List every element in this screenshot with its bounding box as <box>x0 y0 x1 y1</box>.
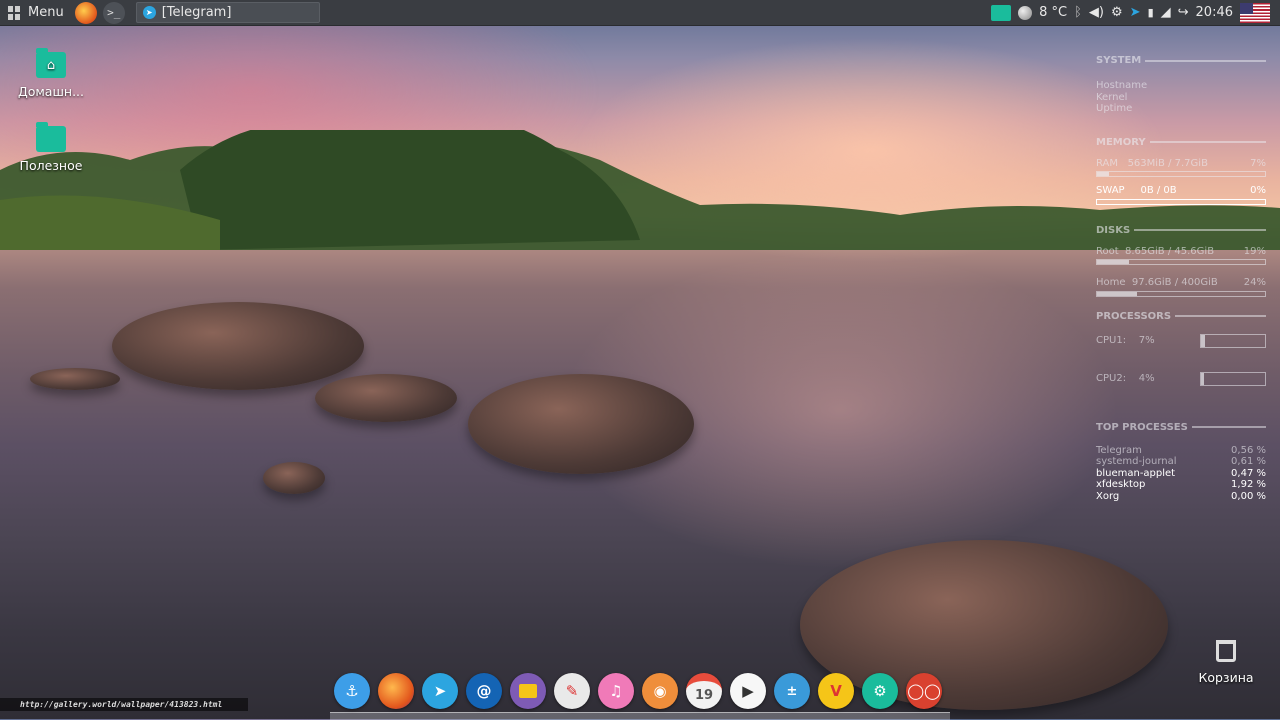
process-row: blueman-applet 0,47 % <box>1096 467 1266 479</box>
menu-label: Menu <box>28 5 64 20</box>
telegram-icon: ➤ <box>142 6 156 19</box>
desktop-icon-useful[interactable]: Полезное <box>11 122 91 173</box>
process-row: systemd-journal 0,61 % <box>1096 456 1266 467</box>
workspace-icon[interactable] <box>991 4 1012 21</box>
screen-recorder-icon[interactable]: ◯◯ <box>906 673 942 709</box>
task-label: [Telegram] <box>161 5 232 20</box>
desktop-icon-trash[interactable]: Корзина <box>1196 640 1256 685</box>
logout-icon[interactable]: ↪ <box>1178 5 1189 20</box>
conky-system-monitor: SYSTEM Hostname Kernel Uptime MEMORY RAM… <box>1096 55 1266 502</box>
ram-row: RAM 563MiB / 7.7GiB 7% <box>1096 157 1266 169</box>
desktop-icon-label: Корзина <box>1198 670 1254 685</box>
media-player-icon[interactable]: ▶ <box>730 673 766 709</box>
watermark-url: http://gallery.world/wallpaper/413823.ht… <box>0 698 248 711</box>
bluetooth-icon[interactable]: ᛒ <box>1074 5 1082 20</box>
folder-icon <box>36 122 66 152</box>
tree-line <box>0 130 1280 250</box>
settings-icon[interactable]: ⚙ <box>1111 5 1123 20</box>
temperature: 8 °C <box>1039 5 1068 20</box>
conky-row: Uptime <box>1096 103 1133 114</box>
rock <box>30 368 120 390</box>
menu-button[interactable]: Menu <box>0 0 72 25</box>
settings-icon[interactable]: ⚙ <box>862 673 898 709</box>
cpu1-graph <box>1200 333 1266 348</box>
desktop-icon-label: Полезное <box>19 158 83 173</box>
swap-usage-bar <box>1096 198 1266 205</box>
clock[interactable]: 20:46 <box>1196 5 1233 20</box>
swap-row: SWAP 0B / 0B 0% <box>1096 185 1266 196</box>
home-folder-icon: ⌂ <box>36 48 66 78</box>
menu-icon <box>8 5 22 20</box>
desktop-icon-label: Домашн... <box>17 84 85 99</box>
network-icon[interactable]: ◢ <box>1161 5 1171 20</box>
cpu2-graph <box>1200 371 1266 386</box>
process-row: xfdesktop 1,92 % <box>1096 479 1266 490</box>
section-title-processors: PROCESSORS <box>1096 310 1172 322</box>
home-disk-row: Home 97.6GiB / 400GiB 24% <box>1096 277 1266 288</box>
vivaldi-icon[interactable]: V <box>818 673 854 709</box>
telegram-icon[interactable]: ➤ <box>422 673 458 709</box>
battery-icon[interactable]: ▮ <box>1148 6 1154 19</box>
terminal-icon[interactable]: >_ <box>102 1 125 24</box>
text-editor-icon[interactable]: ✎ <box>554 673 590 709</box>
rock <box>468 374 694 474</box>
calendar-icon[interactable]: 19 <box>686 673 722 709</box>
rock <box>315 374 457 422</box>
home-disk-bar <box>1096 290 1266 297</box>
gimp-icon[interactable]: ◉ <box>642 673 678 709</box>
top-panel: Menu >_ ➤ [Telegram] 8 °C ᛒ ◀) ⚙ ➤ ▮ ◢ ↪… <box>0 0 1280 26</box>
root-disk-row: Root 8.65GiB / 45.6GiB 19% <box>1096 245 1266 257</box>
conky-row: Kernel <box>1096 91 1128 103</box>
conky-row: Hostname <box>1096 80 1148 91</box>
volume-icon[interactable]: ◀) <box>1089 5 1104 20</box>
dock: ⚓ ➤ @ ✎ ♫ ◉ 19 ▶ ± V ⚙ ◯◯ <box>334 673 942 709</box>
files-icon[interactable] <box>510 673 546 709</box>
process-row: Xorg 0,00 % <box>1096 490 1266 502</box>
desktop-icon-home[interactable]: ⌂ Домашн... <box>11 48 91 99</box>
mail-icon[interactable]: @ <box>466 673 502 709</box>
cpu1-row: CPU1: 7% <box>1096 326 1266 356</box>
section-title-disks: DISKS <box>1096 224 1131 236</box>
section-title-memory: MEMORY <box>1096 136 1146 148</box>
rock <box>263 462 325 494</box>
telegram-icon[interactable]: ➤ <box>1130 5 1141 20</box>
ram-usage-bar <box>1096 171 1266 177</box>
calendar-day: 19 <box>694 687 714 703</box>
weather-icon[interactable] <box>1018 5 1033 20</box>
section-title-top-processes: TOP PROCESSES <box>1096 421 1188 433</box>
system-tray: 8 °C ᛒ ◀) ⚙ ➤ ▮ ◢ ↪ 20:46 <box>991 2 1280 23</box>
root-disk-bar <box>1096 259 1266 265</box>
anchor-icon[interactable]: ⚓ <box>334 673 370 709</box>
firefox-icon[interactable] <box>74 1 97 24</box>
cpu2-row: CPU2: 4% <box>1096 364 1266 394</box>
taskbar-button-telegram[interactable]: ➤ [Telegram] <box>135 2 320 23</box>
process-row: Telegram 0,56 % <box>1096 444 1266 456</box>
rock <box>112 302 364 390</box>
trash-icon <box>1216 640 1236 662</box>
music-player-icon[interactable]: ♫ <box>598 673 634 709</box>
keyboard-layout-flag-icon[interactable] <box>1240 2 1270 23</box>
section-title-system: SYSTEM <box>1096 55 1142 66</box>
firefox-icon[interactable] <box>378 673 414 709</box>
calculator-icon[interactable]: ± <box>774 673 810 709</box>
